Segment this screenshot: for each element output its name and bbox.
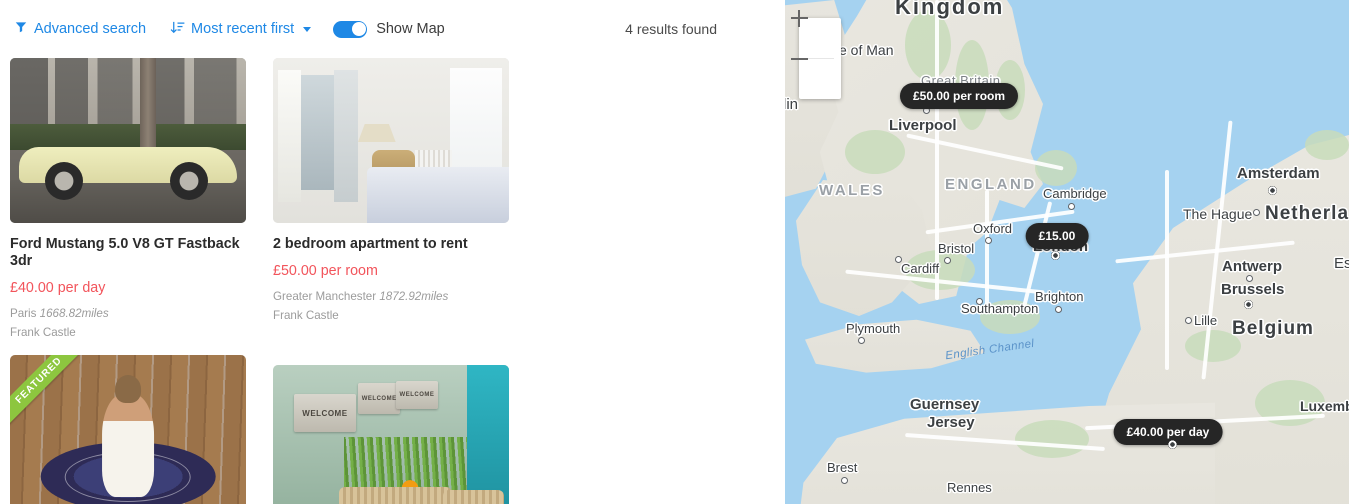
map-zoom-out-button[interactable] [790,57,841,99]
advanced-search-button[interactable]: Advanced search [14,20,146,38]
listing-card[interactable]: WELCOME WELCOME WELCOME [273,364,536,504]
listing-card[interactable]: 2 bedroom apartment to rent £50.00 per r… [273,58,536,339]
map-green-area [980,300,1040,334]
map-pane[interactable]: English Channel Kingdom ENGLAND WALES Ne… [785,0,1349,504]
yellow-mustang-convertible-photo [10,58,246,223]
listing-title[interactable]: Ford Mustang 5.0 V8 GT Fastback 3dr [10,236,240,270]
map-green-area [905,10,951,80]
listing-owner: Frank Castle [10,325,76,339]
map-dot-southampton [976,298,983,305]
map-label-cambridge: Cambridge [1043,186,1107,201]
location-name: Greater Manchester [273,289,377,303]
map-green-area [1185,330,1241,362]
map-road [1165,170,1169,370]
map-dot-london [1051,251,1060,260]
map-dot-antwerp [1246,275,1253,282]
listing-title[interactable]: 2 bedroom apartment to rent [273,236,503,253]
location-distance: 1668.82miles [39,306,109,320]
map-dot-brussels [1244,300,1253,309]
results-toolbar: Advanced search Most recent first Show M… [0,0,785,58]
listing-price: £50.00 per room [273,262,378,279]
location-name: Paris [10,306,37,320]
results-count: 4 results found [625,21,717,37]
map-price-marker[interactable]: £50.00 per room [899,83,1019,109]
listing-image[interactable]: FEATURED [10,354,246,504]
filter-funnel-icon [14,20,28,38]
listing-image[interactable] [10,58,246,223]
chevron-down-icon [303,26,312,32]
garden-welcome-signs-photo: WELCOME WELCOME WELCOME [273,364,509,504]
map-road [985,190,989,310]
listing-location: Greater Manchester 1872.92miles [273,290,536,303]
listing-location: Paris 1668.82miles [10,307,273,320]
sort-label: Most recent first [191,21,295,37]
map-price-marker[interactable]: £15.00 [1025,223,1089,249]
show-map-toggle[interactable] [333,20,368,38]
map-label-guernsey: Guernsey [910,396,980,413]
listing-card[interactable]: FEATURED 30 min Yoga session £65.00 per … [10,354,273,504]
map-green-area [845,130,905,174]
map-green-area [1305,130,1349,160]
show-map-label: Show Map [376,21,445,37]
map-zoom-control [790,9,841,99]
advanced-search-label: Advanced search [34,21,147,37]
map-dot-the-hague [1253,209,1260,216]
listing-image[interactable] [273,58,509,223]
toggle-knob [351,22,366,36]
sort-dropdown[interactable]: Most recent first [170,20,312,39]
location-distance: 1872.92miles [379,289,449,303]
map-dot-cambridge [1068,203,1075,210]
sort-descending-icon [170,20,185,39]
map-road [935,0,939,300]
map-dot-brest [841,477,848,484]
search-results-with-map-page: Advanced search Most recent first Show M… [0,0,1349,504]
listing-price: £40.00 per day [10,279,106,296]
listing-owner: Frank Castle [273,308,339,322]
listing-card[interactable]: Ford Mustang 5.0 V8 GT Fastback 3dr £40.… [10,58,273,339]
map-dot-lille [1185,317,1192,324]
map-dot-bristol [944,257,951,264]
map-dot-cardiff [895,256,902,263]
map-dot-plymouth [858,337,865,344]
map-dot-marker-anchor [1168,440,1177,449]
bright-bedroom-photo [273,58,509,223]
map-land-france [795,402,1215,504]
listing-grid: Ford Mustang 5.0 V8 GT Fastback 3dr £40.… [10,58,785,504]
map-zoom-in-button[interactable] [790,9,841,58]
listing-image[interactable]: WELCOME WELCOME WELCOME [273,364,509,504]
results-pane: Advanced search Most recent first Show M… [0,0,785,504]
map-dot-oxford [985,237,992,244]
show-map-control: Show Map [333,20,445,38]
map-dot-brighton [1055,306,1062,313]
map-dot-amsterdam [1268,186,1277,195]
map-green-area [1015,420,1089,458]
